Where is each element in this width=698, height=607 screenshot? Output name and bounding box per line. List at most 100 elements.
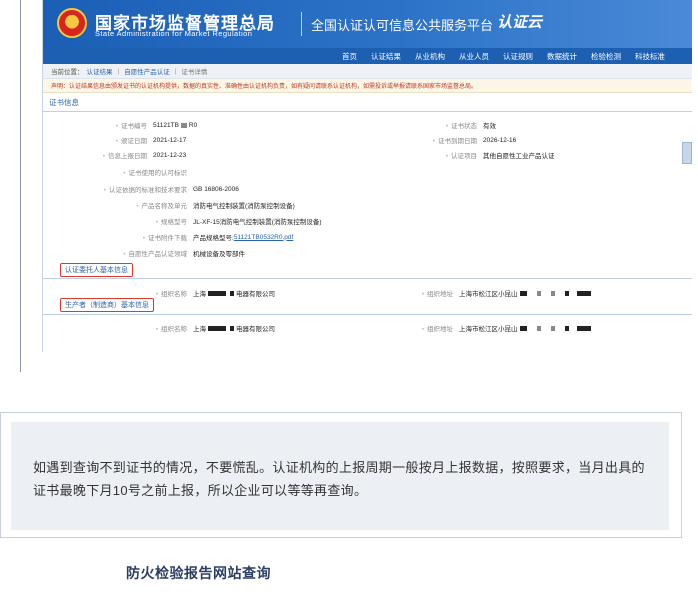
redaction-mark [180,122,187,128]
field-accreditation-mark: • 证书使用的认可标识 [123,170,188,177]
basis-value: GB 16806-2006 [193,185,239,193]
issue-date-value: 2021-12-17 [153,136,187,144]
field-status: • 证书状态 有效 [373,120,496,130]
report-date-value: 2021-12-23 [153,151,187,159]
field-cert-no: • 证书编号 51121TB R0 [115,121,198,131]
maker-addr-label: 组织地址 [427,326,453,333]
report-date-label: 信息上报日期 [108,153,147,160]
breadcrumb: 当前位置： 认证结果 | 自愿性产品认证 | 证书详情 [43,64,692,79]
breadcrumb-current: 证书详情 [181,69,208,76]
client-addr-value: 上海市松江区小昆山 [459,291,518,298]
redaction-mark [519,325,527,331]
nav-statistics[interactable]: 数据统计 [540,51,584,62]
client-section-title: 认证委托人基本信息 [60,263,133,277]
issue-date-label: 颁证日期 [121,138,147,145]
nav-cert-results[interactable]: 认证结果 [364,51,408,62]
redaction-mark [564,290,569,296]
org-name-en: State Administration for Market Regulati… [95,29,253,38]
redaction-mark [550,290,555,296]
nav-rules[interactable]: 认证规则 [496,51,540,62]
section-heading: 防火检验报告网站查询 [126,565,271,581]
project-label: 认证项目 [451,153,477,160]
client-org-value-end: 电器有限公司 [236,291,275,298]
field-client-addr: • 组织地址 上海市松江区小昆山 [349,288,593,298]
field-maker-org: • 组织名称 上海 电器有限公司 [43,323,275,333]
maker-org-value-end: 电器有限公司 [236,326,275,333]
maker-section-title: 生产者（制造商）基本信息 [60,298,154,312]
cert-no-label: 证书编号 [121,123,147,130]
banner-divider [301,12,302,36]
field-expire-date: • 证书到期日期 2026-12-16 [432,136,517,146]
expire-date-label: 证书到期日期 [438,138,477,145]
field-maker-addr: • 组织地址 上海市松江区小昆山 [349,323,593,333]
attachment-prefix: 产品规格型号: [193,235,234,242]
redaction-mark [536,325,541,331]
domain-value: 机械设备及零部件 [193,251,245,258]
redaction-mark [230,290,234,296]
field-model: • 规格型号 JL-XF-15消防电气控制装置(消防泵控制设备) [43,216,322,226]
field-issue-date: • 颁证日期 2021-12-17 [115,136,187,146]
breadcrumb-voluntary-cert[interactable]: 自愿性产品认证 [121,66,173,76]
status-value: 有效 [483,123,496,130]
field-report-date: • 信息上报日期 2021-12-23 [102,151,187,161]
model-label: 规格型号 [161,219,187,226]
nav-home[interactable]: 首页 [335,51,364,62]
field-basis: • 认证依据的标准和技术要求 GB 16806-2006 [103,185,239,195]
breadcrumb-cert-results[interactable]: 认证结果 [84,66,116,76]
redaction-mark [564,325,569,331]
emblem-star: ★ [66,15,77,29]
cert-cloud-logo: 认证云 [497,14,543,31]
field-product-name: • 产品名称及单元 消防电气控制装置(消防泵控制设备) [43,200,295,210]
client-org-label: 组织名称 [161,291,187,298]
redaction-mark [536,290,541,296]
cert-detail-grid: • 证书编号 51121TB R0 • 证书状态 有效 • 颁证日期 2021-12-… [43,112,692,302]
accreditation-mark-label: 证书使用的认可标识 [128,170,188,177]
product-name-value: 消防电气控制装置(消防泵控制设备) [193,203,295,210]
project-value: 其他自愿性工业产品认证 [483,153,555,160]
redaction-mark [208,290,226,296]
maker-section-divider [43,314,692,315]
model-value: JL-XF-15消防电气控制装置(消防泵控制设备) [193,219,322,226]
note-box: 如遇到查询不到证书的情况，不要慌乱。认证机构的上报周期一般按月上报数据，按照要求… [0,412,682,538]
field-domain: • 自愿性产品认证领域 机械设备及零部件 [43,248,245,258]
basis-label: 认证依据的标准和技术要求 [109,187,187,194]
redaction-mark [208,325,226,331]
redaction-mark [550,325,555,331]
attachment-label: 证书附件下载 [148,235,187,242]
client-section-divider [43,278,692,279]
nav-personnel[interactable]: 从业人员 [452,51,496,62]
breadcrumb-prefix: 当前位置： [51,69,84,76]
redaction-mark [230,325,234,331]
platform-name: 全国认证认可信息公共服务平台 [311,18,494,33]
product-name-label: 产品名称及单元 [141,203,188,210]
side-float-icon[interactable] [682,142,692,164]
embedded-screenshot: ★ 国家市场监督管理总局 State Administration for Ma… [42,0,692,352]
cert-no-suffix: R0 [188,121,198,129]
disclaimer-text: 声明：认证结果信息由颁发证书的认证机构提供，数据的真实性、准确性由认证机构负责，… [43,79,692,93]
article-guide-line [20,0,21,372]
client-org-value-start: 上海 [193,291,206,298]
domain-label: 自愿性产品认证领域 [128,251,188,258]
redaction-mark [576,290,591,296]
national-emblem-icon: ★ [57,8,87,38]
redaction-mark [576,325,591,331]
maker-section: 生产者（制造商）基本信息 • 组织名称 上海 电器有限公司 • 组织地址 上海市松江… [43,298,692,342]
field-client-org: • 组织名称 上海 电器有限公司 [43,288,275,298]
maker-addr-value: 上海市松江区小昆山 [459,326,518,333]
maker-org-label: 组织名称 [161,326,187,333]
status-label: 证书状态 [451,123,477,130]
nav-testing[interactable]: 检验检测 [584,51,628,62]
nav-standards[interactable]: 科技标准 [628,51,672,62]
maker-org-value-start: 上海 [193,326,206,333]
expire-date-value: 2026-12-16 [483,136,517,144]
cert-section-title: 证书信息 [43,93,692,112]
redaction-mark [519,290,527,296]
client-addr-label: 组织地址 [427,291,453,298]
site-banner: ★ 国家市场监督管理总局 State Administration for Ma… [43,0,692,48]
field-project: • 认证项目 其他自愿性工业产品认证 [373,150,555,160]
cert-no-value: 51121TB [153,121,179,129]
attachment-download-link[interactable]: 51121TB0532R0.pdf [234,234,294,241]
field-attachment: • 证书附件下载 产品规格型号: 51121TB0532R0.pdf [142,233,294,243]
nav-institutions[interactable]: 从业机构 [408,51,452,62]
note-text: 如遇到查询不到证书的情况，不要慌乱。认证机构的上报周期一般按月上报数据，按照要求… [11,422,669,530]
